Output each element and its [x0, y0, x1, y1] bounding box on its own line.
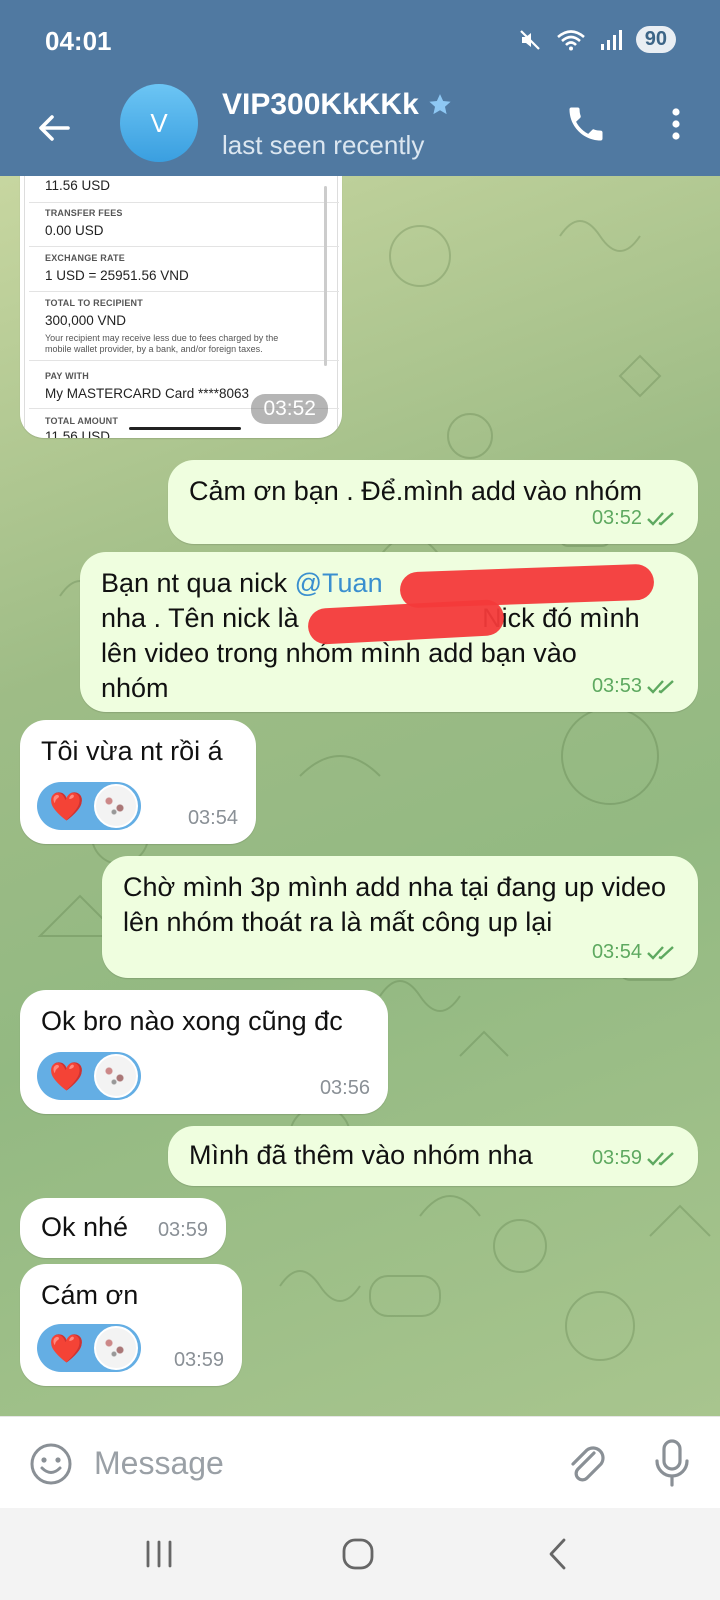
phone-icon[interactable]	[564, 102, 608, 146]
transfer-fees-label: TRANSFER FEES	[45, 208, 123, 218]
message-meta: 03:54	[592, 935, 680, 970]
message-time: 03:52	[251, 394, 328, 424]
message-text-segment: nha . Tên nick là	[101, 603, 307, 633]
message-time: 03:54	[187, 807, 238, 829]
message-text: Tôi vừa nt rồi á	[41, 736, 223, 766]
message-time: 03:59	[157, 1219, 208, 1241]
message-time: 03:54	[591, 941, 642, 963]
message-text-segment: Nick đó mình	[482, 603, 640, 633]
heart-icon: ❤️	[49, 1332, 84, 1364]
status-icons: 90	[518, 26, 676, 53]
receipt-scroll-thumb	[324, 186, 327, 366]
receipt-image-message[interactable]: 11.56 USD TRANSFER FEES 0.00 USD EXCHANG…	[20, 176, 342, 438]
back-nav-icon[interactable]	[546, 1536, 570, 1572]
chat-title-row[interactable]: VIP300KkKKk	[222, 88, 453, 122]
mute-icon	[519, 29, 540, 50]
exchange-rate-value: 1 USD = 25951.56 VND	[45, 268, 189, 283]
back-arrow-icon[interactable]	[32, 106, 76, 150]
message-meta: 03:59	[174, 1343, 224, 1378]
double-check-icon	[647, 1151, 674, 1166]
avatar[interactable]: V	[120, 84, 198, 162]
transfer-fees-value: 0.00 USD	[45, 223, 104, 238]
outgoing-message[interactable]: Cảm ơn bạn . Để.mình add vào nhóm 03:52	[168, 460, 698, 544]
message-meta: 03:59	[592, 1141, 680, 1176]
message-text: Ok bro nào xong cũng đc	[41, 1006, 343, 1036]
reaction-chip[interactable]: ❤️	[37, 1052, 141, 1100]
mention-link[interactable]: @Tuan	[295, 568, 383, 598]
pay-with-value: My MASTERCARD Card ****8063	[45, 386, 250, 401]
message-time: 03:52	[591, 507, 642, 529]
total-amount-label: TOTAL AMOUNT	[45, 416, 119, 426]
message-composer	[0, 1416, 720, 1509]
double-check-icon	[647, 511, 674, 526]
receipt-home-bar	[129, 427, 241, 430]
incoming-message[interactable]: Cám ơn ❤️ 03:59	[20, 1264, 242, 1386]
reaction-avatar	[93, 1326, 138, 1370]
double-check-icon	[647, 679, 674, 694]
emoji-icon[interactable]	[28, 1441, 74, 1487]
exchange-rate-label: EXCHANGE RATE	[45, 253, 125, 263]
message-meta: 03:59	[158, 1213, 208, 1248]
incoming-message[interactable]: Tôi vừa nt rồi á ❤️ 03:54	[20, 720, 256, 844]
reaction-chip[interactable]: ❤️	[37, 1324, 141, 1372]
message-text: Cám ơn	[41, 1280, 139, 1310]
total-recipient-value: 300,000 VND	[45, 313, 127, 328]
incoming-message[interactable]: Ok nhé 03:59	[20, 1198, 226, 1258]
chat-area[interactable]: 11.56 USD TRANSFER FEES 0.00 USD EXCHANG…	[0, 176, 720, 1416]
status-bar: 04:01 90	[0, 0, 720, 84]
message-time: 03:53	[591, 675, 642, 697]
outgoing-message[interactable]: Chờ mình 3p mình add nha tại đang up vid…	[102, 856, 698, 978]
message-line: lên video trong nhóm mình add bạn vào	[101, 638, 577, 668]
pay-with-label: PAY WITH	[45, 371, 89, 381]
reaction-chip[interactable]: ❤️	[37, 782, 141, 830]
last-seen-status: last seen recently	[222, 130, 425, 160]
message-text: Chờ mình 3p mình add nha tại đang up vid…	[123, 872, 667, 937]
receipt-top-value: 11.56 USD	[45, 178, 111, 193]
total-recipient-label: TOTAL TO RECIPIENT	[45, 298, 143, 308]
incoming-message[interactable]: Ok bro nào xong cũng đc ❤️ 03:56	[20, 990, 388, 1114]
more-vert-icon[interactable]	[656, 102, 696, 146]
message-meta: 03:52	[592, 501, 680, 536]
double-check-icon	[647, 945, 674, 960]
receipt-divider	[29, 202, 339, 203]
battery-indicator: 90	[635, 26, 676, 53]
receipt-divider	[29, 360, 339, 361]
heart-icon: ❤️	[49, 1060, 84, 1092]
outgoing-message[interactable]: Bạn nt qua nick @Tuan nha . Tên nick là …	[80, 552, 698, 712]
message-time: 03:59	[173, 1349, 224, 1371]
chat-header: V VIP300KkKKk last seen recently	[0, 84, 720, 176]
system-navigation-bar	[0, 1508, 720, 1600]
chat-title: VIP300KkKKk	[222, 88, 419, 121]
message-time: 03:59	[591, 1147, 642, 1169]
total-amount-value: 11.56 USD	[45, 429, 111, 438]
reaction-avatar	[93, 784, 138, 828]
message-text-segment: Bạn nt qua nick	[101, 568, 295, 598]
message-time: 03:56	[319, 1077, 370, 1099]
signal-icon	[600, 29, 622, 50]
receipt-divider	[29, 246, 339, 247]
verified-star-icon	[429, 94, 451, 115]
paperclip-icon[interactable]	[564, 1439, 610, 1489]
microphone-icon[interactable]	[650, 1437, 694, 1489]
message-meta: 03:53	[592, 669, 680, 704]
message-meta: 03:56	[320, 1071, 370, 1106]
home-icon[interactable]	[340, 1536, 376, 1572]
receipt-divider	[29, 291, 339, 292]
wifi-icon	[556, 29, 585, 50]
receipt-note: Your recipient may receive less due to f…	[45, 333, 279, 354]
status-time: 04:01	[45, 26, 112, 56]
reaction-avatar	[93, 1054, 138, 1098]
message-meta: 03:54	[188, 801, 238, 836]
recent-apps-icon[interactable]	[143, 1538, 175, 1570]
message-input[interactable]	[92, 1437, 526, 1489]
outgoing-message[interactable]: Mình đã thêm vào nhóm nha 03:59	[168, 1126, 698, 1186]
heart-icon: ❤️	[49, 790, 84, 822]
